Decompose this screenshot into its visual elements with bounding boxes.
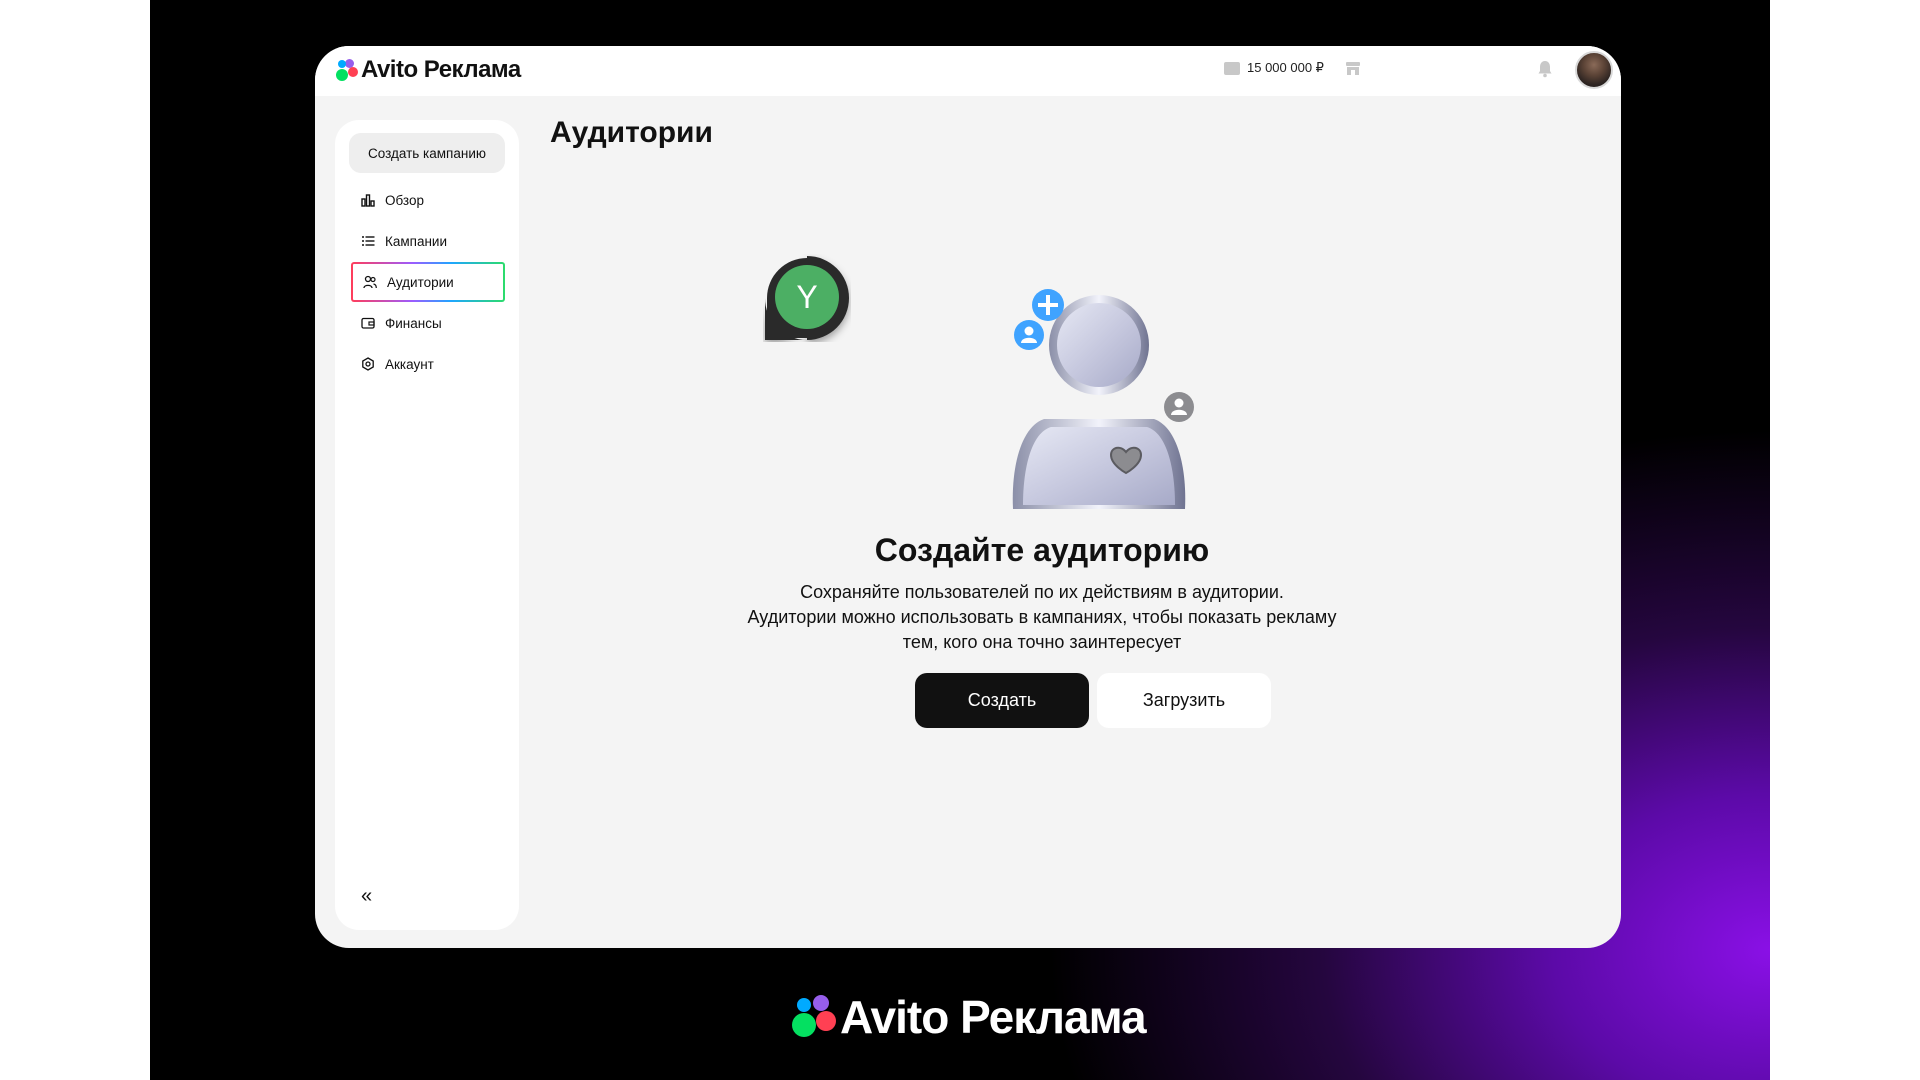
sidebar-item-campaigns[interactable]: Кампании <box>351 221 505 261</box>
balance-value: 15 000 000 ₽ <box>1247 60 1324 75</box>
collapse-sidebar-button[interactable]: « <box>361 886 381 906</box>
empty-state-description: Сохраняйте пользователей по их действиям… <box>677 580 1407 655</box>
presentation-background: Avito Реклама 15 000 000 ₽ Создать кампа… <box>150 0 1770 1080</box>
sidebar-item-overview[interactable]: Обзор <box>351 180 505 220</box>
chart-icon <box>361 194 375 207</box>
empty-state-title: Создайте аудиторию <box>874 532 1210 568</box>
header-logo-text: Avito Реклама <box>361 56 521 83</box>
sidebar-item-label: Кампании <box>385 233 448 249</box>
list-icon <box>362 236 375 246</box>
wallet-icon <box>361 317 375 329</box>
sidebar-item-audiences[interactable]: Аудитории <box>351 262 505 302</box>
sidebar-item-label: Обзор <box>385 192 424 208</box>
upload-audience-button[interactable]: Загрузить <box>1097 673 1271 728</box>
empty-desc-line: Аудитории можно использовать в кампаниях… <box>747 607 1337 627</box>
top-bar: Avito Реклама 15 000 000 ₽ <box>315 46 1621 96</box>
footer-logo-text: Avito Реклама <box>840 991 1147 1043</box>
bubble-letter: Y <box>796 279 817 315</box>
empty-desc-line: Сохраняйте пользователей по их действиям… <box>800 582 1284 602</box>
header-logo[interactable]: Avito Реклама <box>335 56 521 84</box>
balance-display[interactable]: 15 000 000 ₽ <box>1224 60 1324 76</box>
page-title: Аудитории <box>550 116 713 149</box>
bell-icon[interactable] <box>1537 60 1553 78</box>
avatar[interactable] <box>1575 51 1613 89</box>
sidebar-item-label: Финансы <box>385 315 442 331</box>
gear-icon <box>362 357 374 371</box>
sidebar-item-label: Аккаунт <box>385 356 434 372</box>
create-audience-button[interactable]: Создать <box>915 673 1089 728</box>
app-window: Avito Реклама 15 000 000 ₽ Создать кампа… <box>315 46 1621 948</box>
store-icon[interactable] <box>1345 61 1361 76</box>
users-icon <box>363 275 377 289</box>
chat-bubble-avatar[interactable]: Y <box>763 254 851 342</box>
create-campaign-button[interactable]: Создать кампанию <box>349 133 505 173</box>
sidebar: Создать кампанию Обзор Кампании Аудитори… <box>335 120 519 930</box>
wallet-icon <box>1224 61 1240 75</box>
avito-logo-icon <box>792 995 836 1039</box>
empty-desc-line: тем, кого она точно заинтересует <box>902 632 1182 652</box>
sidebar-item-finance[interactable]: Финансы <box>351 303 505 343</box>
avito-logo-icon <box>335 58 359 82</box>
sidebar-item-label: Аудитории <box>387 274 454 290</box>
footer-logo: Avito Реклама <box>792 990 1147 1044</box>
audience-illustration <box>1012 289 1194 509</box>
sidebar-item-account[interactable]: Аккаунт <box>351 344 505 384</box>
